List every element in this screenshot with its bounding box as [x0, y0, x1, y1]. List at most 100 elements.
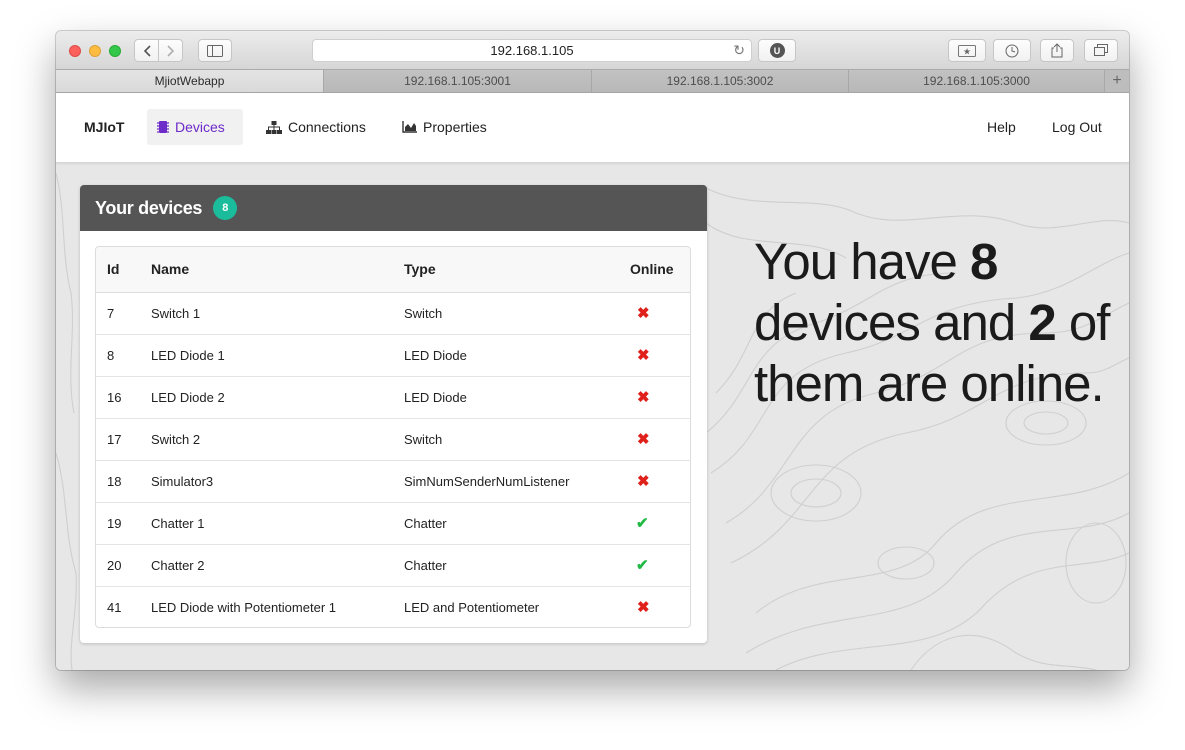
nav-connections[interactable]: Connections: [256, 109, 376, 145]
table-row[interactable]: 8 LED Diode 1 LED Diode ✖: [96, 334, 690, 377]
device-name-cell: Chatter 2: [151, 544, 404, 587]
share-button[interactable]: [1040, 39, 1074, 62]
table-row[interactable]: 17 Switch 2 Switch ✖: [96, 418, 690, 461]
device-type-cell: Chatter: [404, 502, 630, 545]
column-header-id: Id: [96, 247, 151, 293]
tab-3002[interactable]: 192.168.1.105:3002: [592, 70, 849, 92]
device-online-cell: ✔: [630, 502, 690, 545]
nav-connections-label: Connections: [288, 119, 366, 135]
device-name-cell: Simulator3: [151, 460, 404, 503]
address-text: 192.168.1.105: [490, 43, 574, 58]
summary-text-1: You have: [754, 233, 970, 290]
browser-window: 192.168.1.105 ↻ U ★ MjiotWebapp 192.168.…: [56, 31, 1129, 670]
extension-button[interactable]: U: [758, 39, 796, 62]
tab-bar: MjiotWebapp 192.168.1.105:3001 192.168.1…: [56, 69, 1129, 93]
nav-properties[interactable]: Properties: [392, 109, 497, 145]
device-count-badge: 8: [213, 196, 238, 220]
device-online-cell: ✖: [630, 586, 690, 627]
device-summary: You have 8 devices and 2 of them are onl…: [754, 231, 1124, 414]
nav-devices-label: Devices: [175, 119, 225, 135]
device-id-cell: 16: [96, 376, 151, 419]
chevron-left-icon: [143, 44, 151, 57]
star-icon: ★: [958, 44, 976, 57]
bookmark-button[interactable]: ★: [948, 39, 986, 62]
maximize-window-button[interactable]: [109, 45, 121, 57]
device-name-cell: LED Diode with Potentiometer 1: [151, 599, 336, 615]
device-id-cell: 18: [96, 460, 151, 503]
column-header-type: Type: [404, 247, 630, 293]
page-content: MJIoT Devices Connections Properties Hel…: [56, 93, 1129, 670]
table-row[interactable]: 16 LED Diode 2 LED Diode ✖: [96, 376, 690, 419]
device-id-cell: 41: [107, 599, 122, 615]
sidebar-toggle-button[interactable]: [198, 39, 232, 62]
nav-help[interactable]: Help: [977, 109, 1026, 145]
summary-total-count: 8: [970, 233, 998, 290]
tab-3000[interactable]: 192.168.1.105:3000: [849, 70, 1105, 92]
devices-card-header: Your devices 8: [80, 185, 707, 231]
sitemap-icon: [266, 120, 282, 134]
device-name-cell: Switch 2: [151, 418, 404, 461]
device-name-cell: LED Diode 1: [151, 334, 404, 377]
tab-mjiotwebapp[interactable]: MjiotWebapp: [56, 70, 324, 92]
summary-online-count: 2: [1028, 294, 1056, 351]
device-name-cell: Chatter 1: [151, 502, 404, 545]
tab-overview-button[interactable]: [1084, 39, 1118, 62]
offline-cross-icon: ✖: [637, 305, 650, 322]
device-name-cell: Switch 1: [151, 292, 404, 335]
nav-logout[interactable]: Log Out: [1042, 109, 1112, 145]
sidebar-icon: [207, 44, 223, 57]
area-chart-icon: [402, 121, 417, 133]
devices-table-body: 7 Switch 1 Switch ✖ 8 LED Diode 1 LED Diode ✖ 16…: [96, 292, 690, 627]
table-row[interactable]: 41 LED Diode with Potentiometer 1 LED and …: [96, 586, 690, 627]
device-id-cell: 17: [96, 418, 151, 461]
offline-cross-icon: ✖: [637, 389, 650, 406]
device-type-cell: LED Diode: [404, 376, 630, 419]
brand-logo[interactable]: MJIoT: [84, 119, 124, 135]
chevron-right-icon: [166, 44, 174, 57]
table-row[interactable]: 18 Simulator3 SimNumSenderNumListener ✖: [96, 460, 690, 503]
extension-badge: U: [769, 43, 785, 58]
address-bar[interactable]: 192.168.1.105 ↻: [312, 39, 752, 62]
devices-table-container: Id Name Type Online 7 Switch 1 Switch ✖ 8 LED…: [95, 246, 691, 628]
offline-cross-icon: ✖: [637, 431, 650, 448]
offline-cross-icon: ✖: [637, 347, 650, 364]
offline-cross-icon: ✖: [637, 473, 650, 490]
browser-toolbar: 192.168.1.105 ↻ U ★: [56, 31, 1129, 69]
table-row[interactable]: 7 Switch 1 Switch ✖: [96, 292, 690, 335]
close-window-button[interactable]: [69, 45, 81, 57]
summary-text-2: devices and: [754, 294, 1029, 351]
forward-button[interactable]: [158, 39, 183, 62]
tab-label: MjiotWebapp: [154, 74, 225, 88]
nav-properties-label: Properties: [423, 119, 487, 135]
minimize-window-button[interactable]: [89, 45, 101, 57]
devices-card: Your devices 8 Id Name Type Online 7 Swit…: [80, 185, 707, 643]
tab-label: 192.168.1.105:3000: [923, 74, 1030, 88]
new-tab-button[interactable]: +: [1105, 70, 1129, 92]
table-row[interactable]: 20 Chatter 2 Chatter ✔: [96, 544, 690, 587]
reload-icon[interactable]: ↻: [733, 42, 745, 59]
device-online-cell: ✖: [630, 376, 690, 419]
table-row[interactable]: 19 Chatter 1 Chatter ✔: [96, 502, 690, 545]
online-check-icon: ✔: [636, 515, 649, 532]
column-header-name: Name: [151, 247, 404, 293]
tab-label: 192.168.1.105:3001: [404, 74, 511, 88]
nav-devices[interactable]: Devices: [147, 109, 243, 145]
device-online-cell: ✖: [630, 460, 690, 503]
device-type-cell: LED and Potentiometer: [404, 599, 540, 615]
device-type-cell: SimNumSenderNumListener: [404, 460, 630, 503]
device-online-cell: ✔: [630, 544, 690, 587]
top-navbar: MJIoT Devices Connections Properties Hel…: [56, 93, 1129, 163]
back-button[interactable]: [134, 39, 159, 62]
device-id-cell: 20: [96, 544, 151, 587]
devices-card-title: Your devices: [95, 197, 203, 218]
clock-icon: [1005, 44, 1019, 57]
history-button[interactable]: [993, 39, 1031, 62]
device-type-cell: Chatter: [404, 544, 630, 587]
tab-3001[interactable]: 192.168.1.105:3001: [324, 70, 592, 92]
tabs-icon: [1094, 44, 1108, 56]
devices-table: Id Name Type Online 7 Switch 1 Switch ✖ 8 LED…: [96, 247, 690, 627]
device-online-cell: ✖: [630, 418, 690, 461]
device-id-cell: 7: [96, 292, 151, 335]
share-icon: [1051, 43, 1063, 58]
tab-label: 192.168.1.105:3002: [666, 74, 774, 88]
